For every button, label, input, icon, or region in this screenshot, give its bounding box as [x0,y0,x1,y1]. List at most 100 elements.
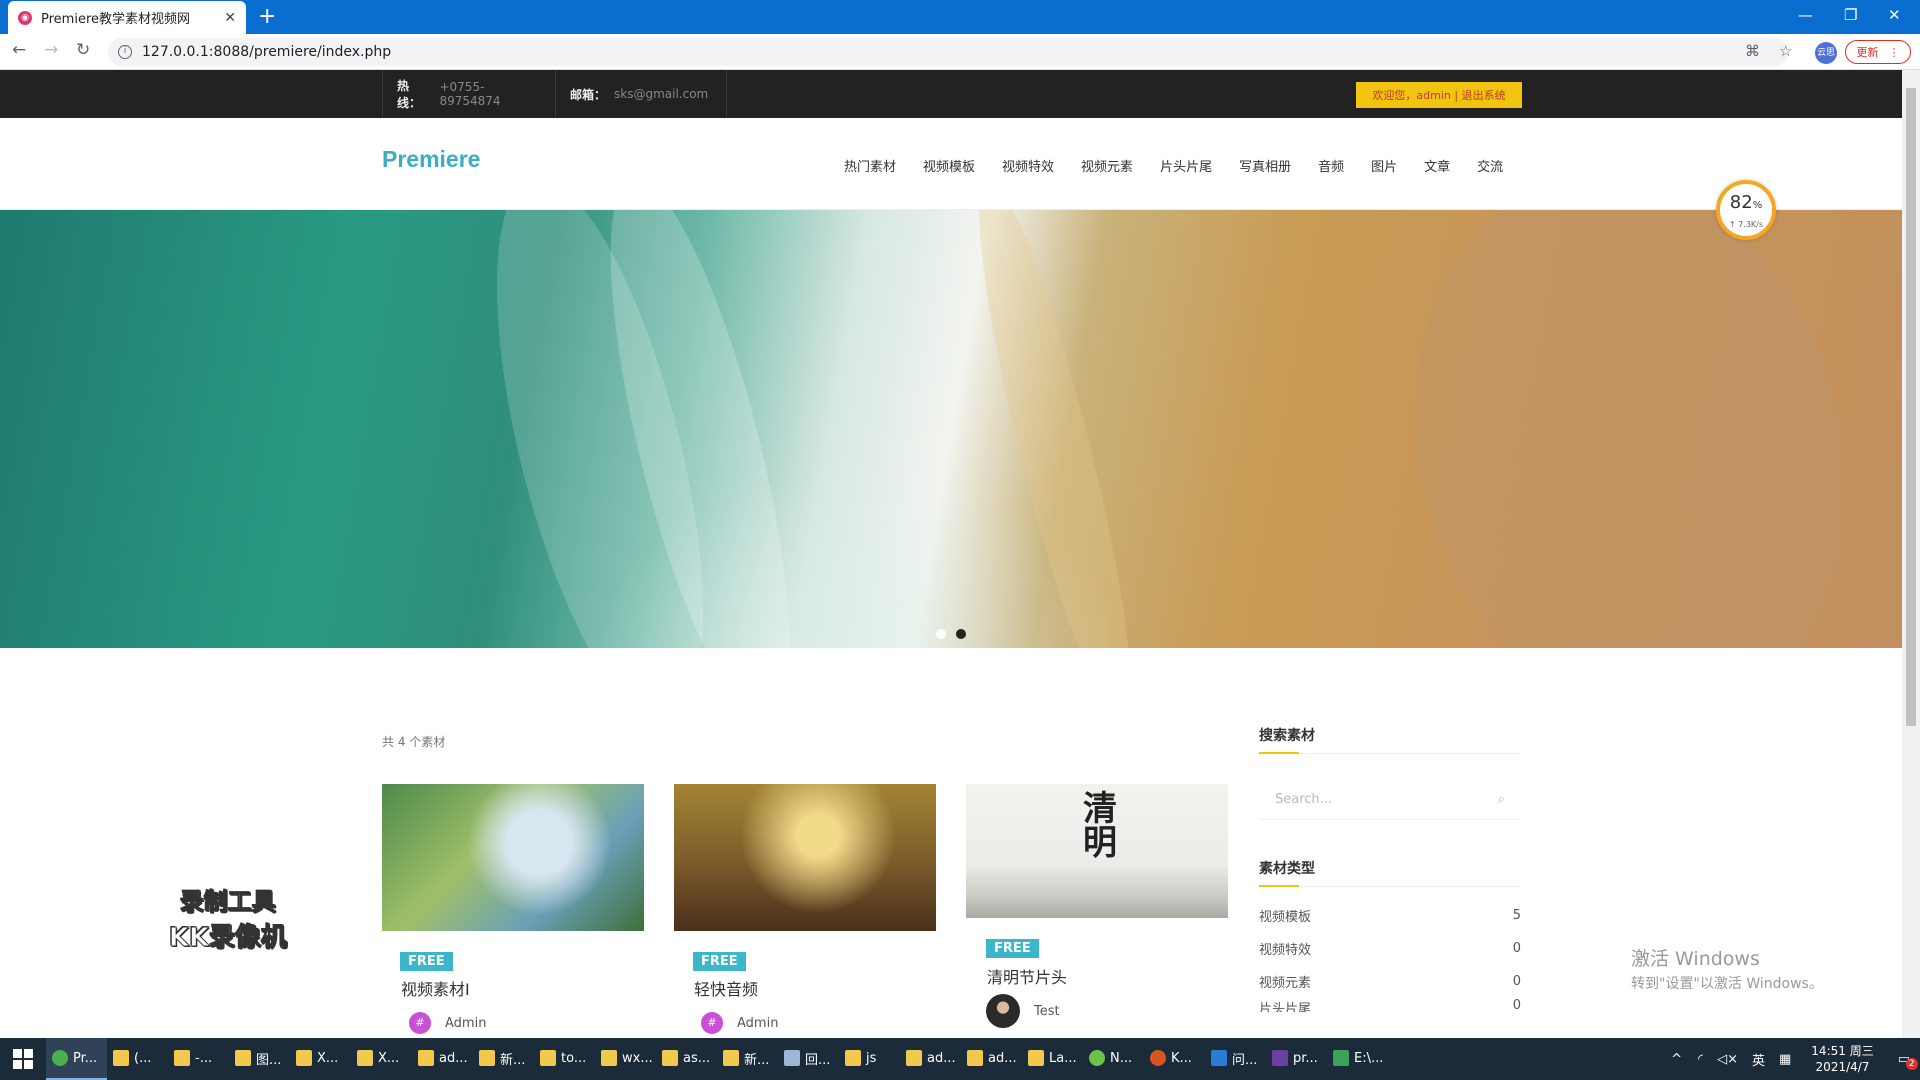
taskbar-item[interactable]: ad... [412,1038,473,1080]
folder-icon [418,1050,434,1066]
new-tab-icon[interactable]: + [258,4,276,29]
keyboard-icon[interactable]: ▦ [1779,1052,1791,1067]
material-card[interactable]: FREE 轻快音频 # Admin [674,784,936,1040]
taskbar-item[interactable]: X... [290,1038,351,1080]
site-logo[interactable]: Premiere [382,146,480,173]
folder-icon [174,1050,190,1066]
type-list: 视频模板 5 视频特效 0 视频元素 0 片头片尾 0 [1259,899,1521,1012]
taskbar-item[interactable]: wx... [595,1038,656,1080]
folder-icon [662,1050,678,1066]
update-button[interactable]: 更新 ⋮ [1845,40,1911,64]
folder-icon [296,1050,312,1066]
menu-item-hot[interactable]: 热门素材 [844,156,896,175]
notification-center-icon[interactable]: ▭ 2 [1898,1052,1918,1070]
profile-avatar[interactable]: 云思 [1815,42,1837,64]
windows-logo-icon [13,1049,33,1069]
taskbar-item-chrome[interactable]: Pr... [46,1038,107,1080]
system-clock[interactable]: 14:51 周三 2021/4/7 [1811,1043,1873,1075]
menu-item-video-elements[interactable]: 视频元素 [1081,156,1133,175]
bookmark-star-icon[interactable]: ☆ [1779,42,1792,60]
type-item[interactable]: 视频特效 0 [1259,932,1521,965]
taskbar-item[interactable]: ad... [900,1038,961,1080]
taskbar-item[interactable]: -... [168,1038,229,1080]
type-item[interactable]: 视频元素 0 [1259,965,1521,998]
menu-item-audio[interactable]: 音频 [1318,156,1344,175]
activate-title: 激活 Windows [1631,948,1760,970]
taskbar-item[interactable]: to... [534,1038,595,1080]
taskbar-item[interactable]: 回... [778,1038,839,1080]
card-thumbnail-image[interactable] [382,784,644,931]
network-speed-widget[interactable]: 82% ↑ 7.3K/s [1716,180,1776,240]
welcome-logout-link[interactable]: 欢迎您，admin | 退出系统 [1356,82,1522,108]
card-title[interactable]: 视频素材I [401,976,470,1000]
taskbar-label: 回... [805,1052,831,1068]
hero-sand-shadow [1358,210,1902,648]
back-icon[interactable]: ← [12,40,26,60]
material-card[interactable]: FREE 视频素材I # Admin [382,784,644,1040]
tab-close-icon[interactable]: ✕ [224,10,236,26]
taskbar-label: E:\... [1354,1050,1384,1066]
menu-item-video-templates[interactable]: 视频模板 [923,156,975,175]
menu-item-community[interactable]: 交流 [1477,156,1503,175]
forward-icon[interactable]: → [44,40,58,60]
search-input[interactable]: Search... ⌕ [1259,780,1521,820]
menu-item-photo-albums[interactable]: 写真相册 [1239,156,1291,175]
card-title[interactable]: 轻快音频 [694,976,758,1000]
taskbar-item[interactable]: E:\... [1327,1038,1388,1080]
type-item[interactable]: 视频模板 5 [1259,899,1521,932]
taskbar-label: ad... [988,1050,1017,1066]
type-item[interactable]: 片头片尾 0 [1259,998,1521,1012]
type-label: 视频元素 [1259,976,1312,991]
volume-icon[interactable]: ◁× [1717,1052,1738,1067]
card-thumbnail-image[interactable]: 清明 [966,784,1228,918]
scrollbar-thumb[interactable] [1906,88,1916,726]
show-hidden-icons-icon[interactable]: ^ [1671,1052,1682,1067]
slider-dot-2[interactable] [956,629,966,639]
menu-item-images[interactable]: 图片 [1371,156,1397,175]
taskbar-item[interactable]: 新... [473,1038,534,1080]
taskbar-item[interactable]: X... [351,1038,412,1080]
search-placeholder: Search... [1275,792,1333,807]
close-window-icon[interactable]: ✕ [1888,6,1901,24]
main-menu: 热门素材 视频模板 视频特效 视频元素 片头片尾 写真相册 音频 图片 文章 交… [844,156,1503,175]
taskbar-item[interactable]: pr... [1266,1038,1327,1080]
start-button[interactable] [0,1038,46,1080]
translate-icon[interactable]: ⌘ [1745,42,1760,60]
reload-icon[interactable]: ↻ [76,40,90,60]
restore-icon[interactable]: ❐ [1844,6,1857,24]
taskbar-label: (... [134,1050,152,1066]
ime-indicator[interactable]: 英 [1752,1050,1765,1069]
taskbar-item[interactable]: (... [107,1038,168,1080]
taskbar-item[interactable]: 问... [1205,1038,1266,1080]
menu-item-intro-outro[interactable]: 片头片尾 [1160,156,1212,175]
taskbar-item[interactable]: N... [1083,1038,1144,1080]
hero-slider-image[interactable] [0,210,1902,648]
minimize-icon[interactable]: — [1798,6,1813,24]
address-bar[interactable]: i 127.0.0.1:8088/premiere/index.php [108,38,1788,66]
material-card[interactable]: 清明 FREE 清明节片头 Test [966,784,1228,1040]
search-heading: 搜索素材 [1259,725,1521,754]
author-name: Admin [737,1015,779,1031]
card-title[interactable]: 清明节片头 [987,964,1067,988]
slider-dot-1[interactable] [936,629,946,639]
tab-title: Premiere教学素材视频网 [41,12,190,27]
browser-tab[interactable]: ◉ Premiere教学素材视频网 ✕ [8,1,246,34]
hotline-label: 热线： [397,79,422,110]
taskbar-item[interactable]: js [839,1038,900,1080]
taskbar-item[interactable]: La... [1022,1038,1083,1080]
menu-item-video-effects[interactable]: 视频特效 [1002,156,1054,175]
taskbar-item[interactable]: ad... [961,1038,1022,1080]
taskbar-label: wx... [622,1050,653,1066]
file-manager-icon [1333,1050,1349,1066]
card-thumbnail-image[interactable] [674,784,936,931]
taskbar-label: K... [1171,1050,1192,1066]
taskbar-item[interactable]: 新... [717,1038,778,1080]
search-icon[interactable]: ⌕ [1498,792,1505,807]
taskbar-item[interactable]: 图... [229,1038,290,1080]
network-icon[interactable]: ◜ [1698,1052,1703,1067]
taskbar-item[interactable]: as... [656,1038,717,1080]
site-info-icon[interactable]: i [118,45,132,59]
menu-item-articles[interactable]: 文章 [1424,156,1450,175]
page-scrollbar[interactable] [1902,70,1920,1038]
taskbar-item[interactable]: K... [1144,1038,1205,1080]
